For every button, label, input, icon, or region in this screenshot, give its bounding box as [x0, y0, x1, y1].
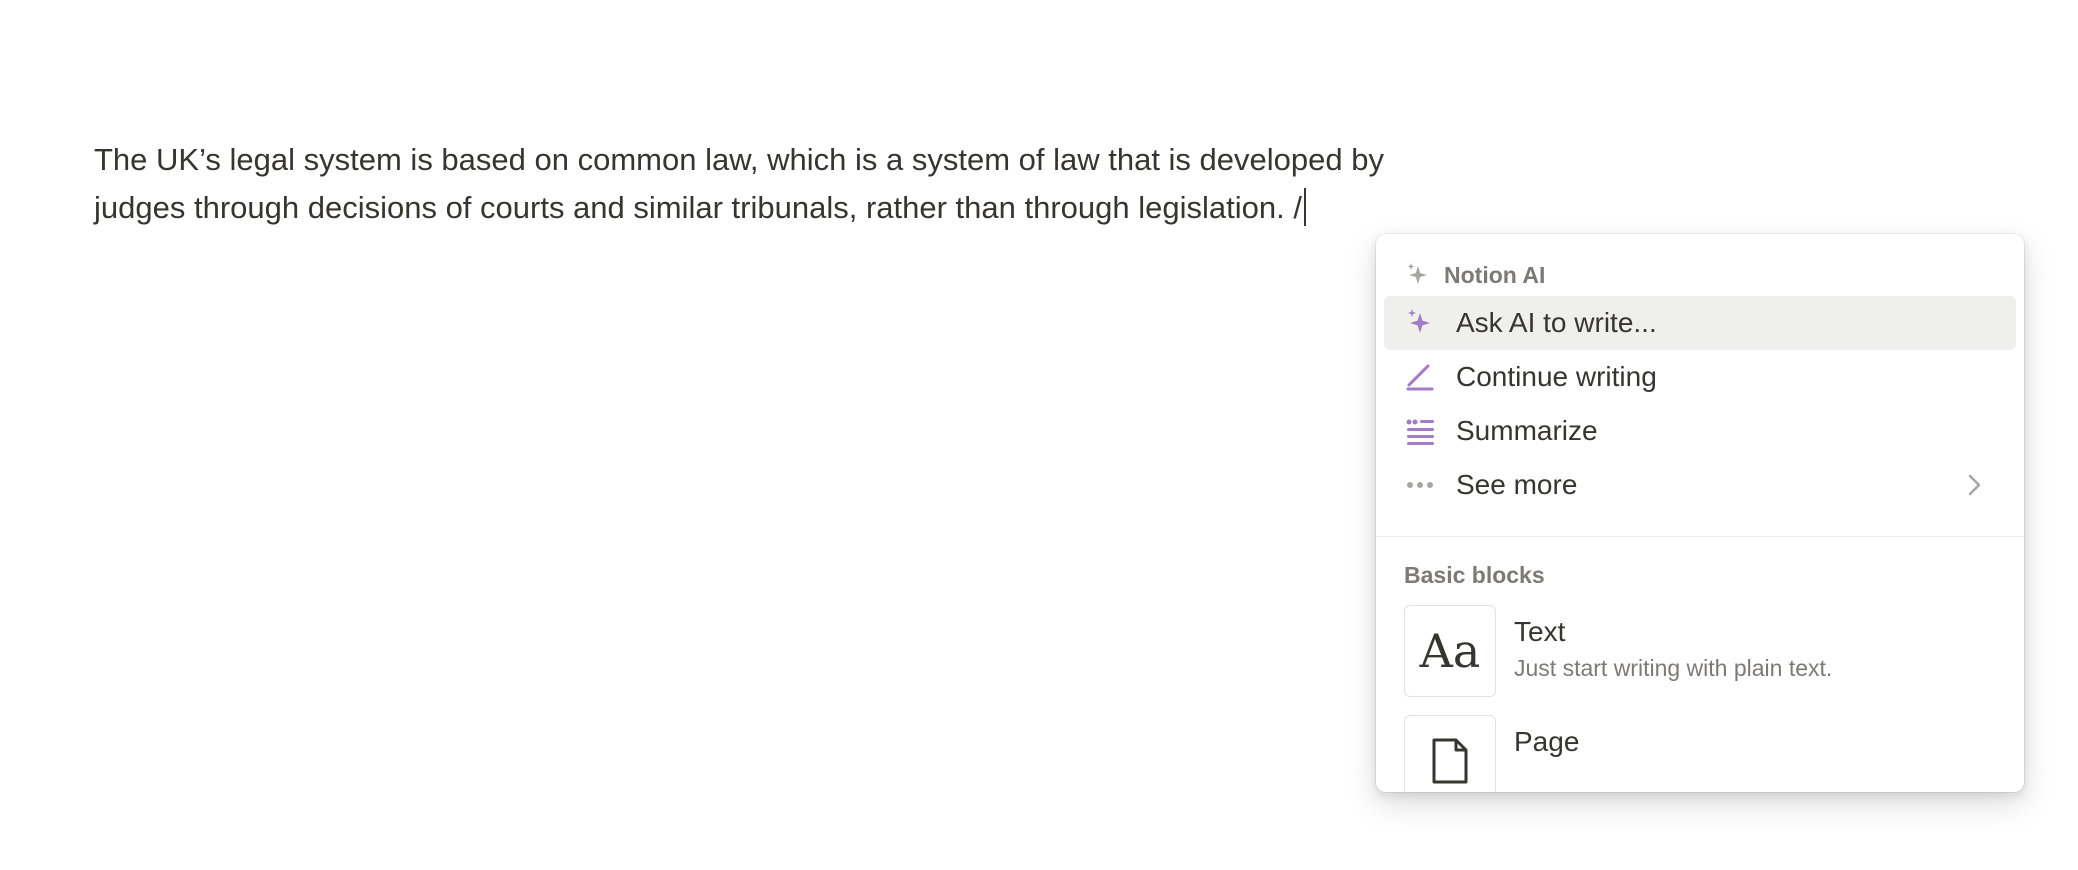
ask-ai-label: Ask AI to write... [1456, 307, 1657, 338]
chevron-right-icon [1968, 474, 1981, 496]
slash-command-menu: Notion AI Ask AI to write... Continue wr… [1376, 234, 2024, 792]
paragraph-line-2: judges through decisions of courts and s… [94, 184, 1494, 232]
page-block-item[interactable]: Page [1376, 705, 2024, 792]
pen-icon [1404, 361, 1436, 393]
continue-writing-label: Continue writing [1456, 361, 1657, 392]
page-icon [1432, 738, 1468, 784]
text-cursor [1303, 188, 1306, 226]
text-block-description: Just start writing with plain text. [1514, 655, 1833, 681]
basic-blocks-label: Basic blocks [1404, 561, 1545, 588]
text-block-text: Text Just start writing with plain text. [1514, 605, 1832, 685]
see-more-item[interactable]: See more [1384, 458, 2016, 512]
summarize-label: Summarize [1456, 415, 1598, 446]
page-block-text: Page [1514, 715, 1579, 759]
section-divider [1376, 536, 2024, 537]
text-block-title: Text [1514, 616, 1566, 647]
notion-ai-section-header: Notion AI [1376, 254, 2024, 296]
ask-ai-to-write-item[interactable]: Ask AI to write... [1384, 296, 2016, 350]
summarize-item[interactable]: Summarize [1384, 404, 2016, 458]
summarize-icon [1404, 415, 1436, 447]
text-block-item[interactable]: Aa Text Just start writing with plain te… [1376, 595, 2024, 705]
text-aa-icon: Aa [1419, 624, 1481, 678]
notion-ai-label: Notion AI [1444, 261, 1546, 288]
basic-blocks-section-header: Basic blocks [1376, 555, 2024, 595]
more-icon [1404, 469, 1436, 501]
sparkle-icon [1407, 263, 1427, 284]
page-block-thumbnail [1404, 715, 1496, 792]
paragraph-line-1: The UK’s legal system is based on common… [94, 142, 1384, 177]
text-block-thumbnail: Aa [1404, 605, 1496, 697]
editor[interactable]: The UK’s legal system is based on common… [94, 136, 1494, 232]
page-block-title: Page [1514, 726, 1580, 757]
paragraph-line-2-text: judges through decisions of courts and s… [94, 190, 1302, 225]
sparkle-icon [1404, 307, 1436, 339]
continue-writing-item[interactable]: Continue writing [1384, 350, 2016, 404]
see-more-label: See more [1456, 469, 1578, 500]
